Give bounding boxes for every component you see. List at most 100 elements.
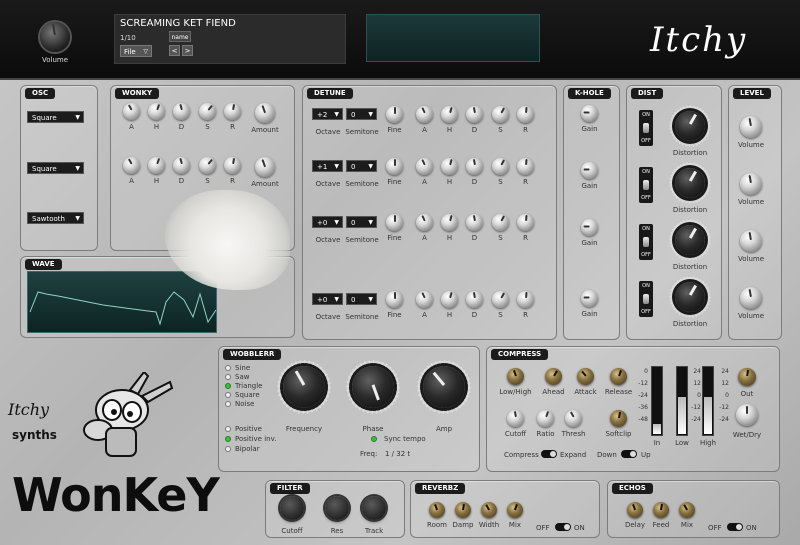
compress-attack-knob[interactable] <box>577 368 594 385</box>
wonky-1-s-knob[interactable] <box>199 103 216 120</box>
wobble-polarity-bipolar-radio[interactable] <box>225 446 231 452</box>
wonky-2-r-knob[interactable] <box>224 157 241 174</box>
wonky-1-d-knob[interactable] <box>173 103 190 120</box>
detune-2-d-knob[interactable] <box>466 158 483 175</box>
wobble-polarity-positive-radio[interactable] <box>225 426 231 432</box>
dist-1-on-off-switch[interactable]: ON OFF <box>639 110 653 146</box>
detune-1-s-knob[interactable] <box>492 106 509 123</box>
compress-ahead-knob[interactable] <box>545 368 562 385</box>
detune-2-octave-select[interactable]: +1 ▼ <box>312 160 343 172</box>
detune-4-a-knob[interactable] <box>416 291 433 308</box>
reverbz-damp-knob[interactable] <box>455 502 471 518</box>
wet-dry-knob[interactable] <box>736 404 758 426</box>
compress-thresh-knob[interactable] <box>565 410 582 427</box>
compress-ratio-knob[interactable] <box>537 410 554 427</box>
dist-1-distortion-knob[interactable] <box>675 111 705 141</box>
compress-cutoff-knob[interactable] <box>507 410 524 427</box>
detune-3-octave-select[interactable]: +0 ▼ <box>312 216 343 228</box>
detune-2-s-knob[interactable] <box>492 158 509 175</box>
detune-2-h-knob[interactable] <box>441 158 458 175</box>
osc-2-wave-select[interactable]: Square ▼ <box>27 162 84 174</box>
wobble-shape-saw-radio[interactable] <box>225 374 231 380</box>
echos-feed-knob[interactable] <box>653 502 669 518</box>
wobble-phase-knob[interactable] <box>352 366 394 408</box>
file-menu[interactable]: File ▽ <box>120 45 152 57</box>
osc-3-wave-select[interactable]: Sawtooth ▼ <box>27 212 84 224</box>
master-volume-knob[interactable] <box>40 22 70 52</box>
wonky-1-h-knob[interactable] <box>148 103 165 120</box>
wonky-2-a-knob[interactable] <box>123 157 140 174</box>
wonky-1-r-knob[interactable] <box>224 103 241 120</box>
wonky-2-h-knob[interactable] <box>148 157 165 174</box>
detune-1-r-knob[interactable] <box>517 106 534 123</box>
reverbz-room-knob[interactable] <box>429 502 445 518</box>
dist-2-distortion-knob[interactable] <box>675 168 705 198</box>
detune-2-semitone-select[interactable]: 0 ▼ <box>346 160 377 172</box>
wobble-shape-triangle-radio[interactable] <box>225 383 231 389</box>
detune-1-d-knob[interactable] <box>466 106 483 123</box>
preset-prev-button[interactable]: < <box>169 45 180 56</box>
level-2-volume-knob[interactable] <box>740 173 762 195</box>
dist-2-on-off-switch[interactable]: ON OFF <box>639 167 653 203</box>
wonky-2-amount-knob[interactable] <box>255 157 275 177</box>
detune-4-d-knob[interactable] <box>466 291 483 308</box>
preset-next-button[interactable]: > <box>182 45 193 56</box>
detune-3-a-knob[interactable] <box>416 214 433 231</box>
wonky-1-a-knob[interactable] <box>123 103 140 120</box>
k-hole-3-gain-knob[interactable] <box>581 219 598 236</box>
detune-3-d-knob[interactable] <box>466 214 483 231</box>
out-knob[interactable] <box>738 368 756 386</box>
k-hole-2-gain-knob[interactable] <box>581 162 598 179</box>
wobble-polarity-positive-inv-radio[interactable] <box>225 436 231 442</box>
detune-1-a-knob[interactable] <box>416 106 433 123</box>
echos-toggle[interactable] <box>727 523 743 531</box>
echos-mix-knob[interactable] <box>679 502 695 518</box>
wobble-shape-square-radio[interactable] <box>225 392 231 398</box>
echos-delay-knob[interactable] <box>627 502 643 518</box>
detune-2-r-knob[interactable] <box>517 158 534 175</box>
k-hole-1-gain-knob[interactable] <box>581 105 598 122</box>
filter-cutoff-knob[interactable] <box>280 496 304 520</box>
detune-3-semitone-select[interactable]: 0 ▼ <box>346 216 377 228</box>
wobble-shape-noise-radio[interactable] <box>225 401 231 407</box>
dist-3-on-off-switch[interactable]: ON OFF <box>639 224 653 260</box>
level-3-volume-knob[interactable] <box>740 230 762 252</box>
detune-3-h-knob[interactable] <box>441 214 458 231</box>
reverbz-width-knob[interactable] <box>481 502 497 518</box>
dist-3-distortion-knob[interactable] <box>675 225 705 255</box>
wobble-frequency-knob[interactable] <box>283 366 325 408</box>
wobble-amp-knob[interactable] <box>423 366 465 408</box>
compress-softclip-knob[interactable] <box>610 410 627 427</box>
detune-4-s-knob[interactable] <box>492 291 509 308</box>
wobble-shape-sine-radio[interactable] <box>225 365 231 371</box>
detune-3-r-knob[interactable] <box>517 214 534 231</box>
detune-4-semitone-select[interactable]: 0 ▼ <box>346 293 377 305</box>
detune-3-s-knob[interactable] <box>492 214 509 231</box>
detune-1-semitone-select[interactable]: 0 ▼ <box>346 108 377 120</box>
detune-1-h-knob[interactable] <box>441 106 458 123</box>
detune-4-r-knob[interactable] <box>517 291 534 308</box>
dist-4-on-off-switch[interactable]: ON OFF <box>639 281 653 317</box>
dist-4-distortion-knob[interactable] <box>675 282 705 312</box>
sync-tempo-led[interactable] <box>371 436 377 442</box>
wonky-1-amount-knob[interactable] <box>255 103 275 123</box>
level-1-volume-knob[interactable] <box>740 116 762 138</box>
k-hole-4-gain-knob[interactable] <box>581 290 598 307</box>
reverbz-mix-knob[interactable] <box>507 502 523 518</box>
osc-1-wave-select[interactable]: Square ▼ <box>27 111 84 123</box>
detune-2-fine-knob[interactable] <box>386 158 403 175</box>
down-up-toggle[interactable] <box>621 450 637 458</box>
wonky-2-s-knob[interactable] <box>199 157 216 174</box>
detune-3-fine-knob[interactable] <box>386 214 403 231</box>
compress-low-high-knob[interactable] <box>507 368 524 385</box>
compress-expand-toggle[interactable] <box>541 450 557 458</box>
detune-2-a-knob[interactable] <box>416 158 433 175</box>
freq-value[interactable]: 1 / 32 t <box>385 450 410 458</box>
detune-1-fine-knob[interactable] <box>386 106 403 123</box>
name-button[interactable]: name <box>169 31 191 42</box>
level-4-volume-knob[interactable] <box>740 287 762 309</box>
detune-4-fine-knob[interactable] <box>386 291 403 308</box>
reverbz-toggle[interactable] <box>555 523 571 531</box>
filter-res-knob[interactable] <box>325 496 349 520</box>
detune-4-h-knob[interactable] <box>441 291 458 308</box>
